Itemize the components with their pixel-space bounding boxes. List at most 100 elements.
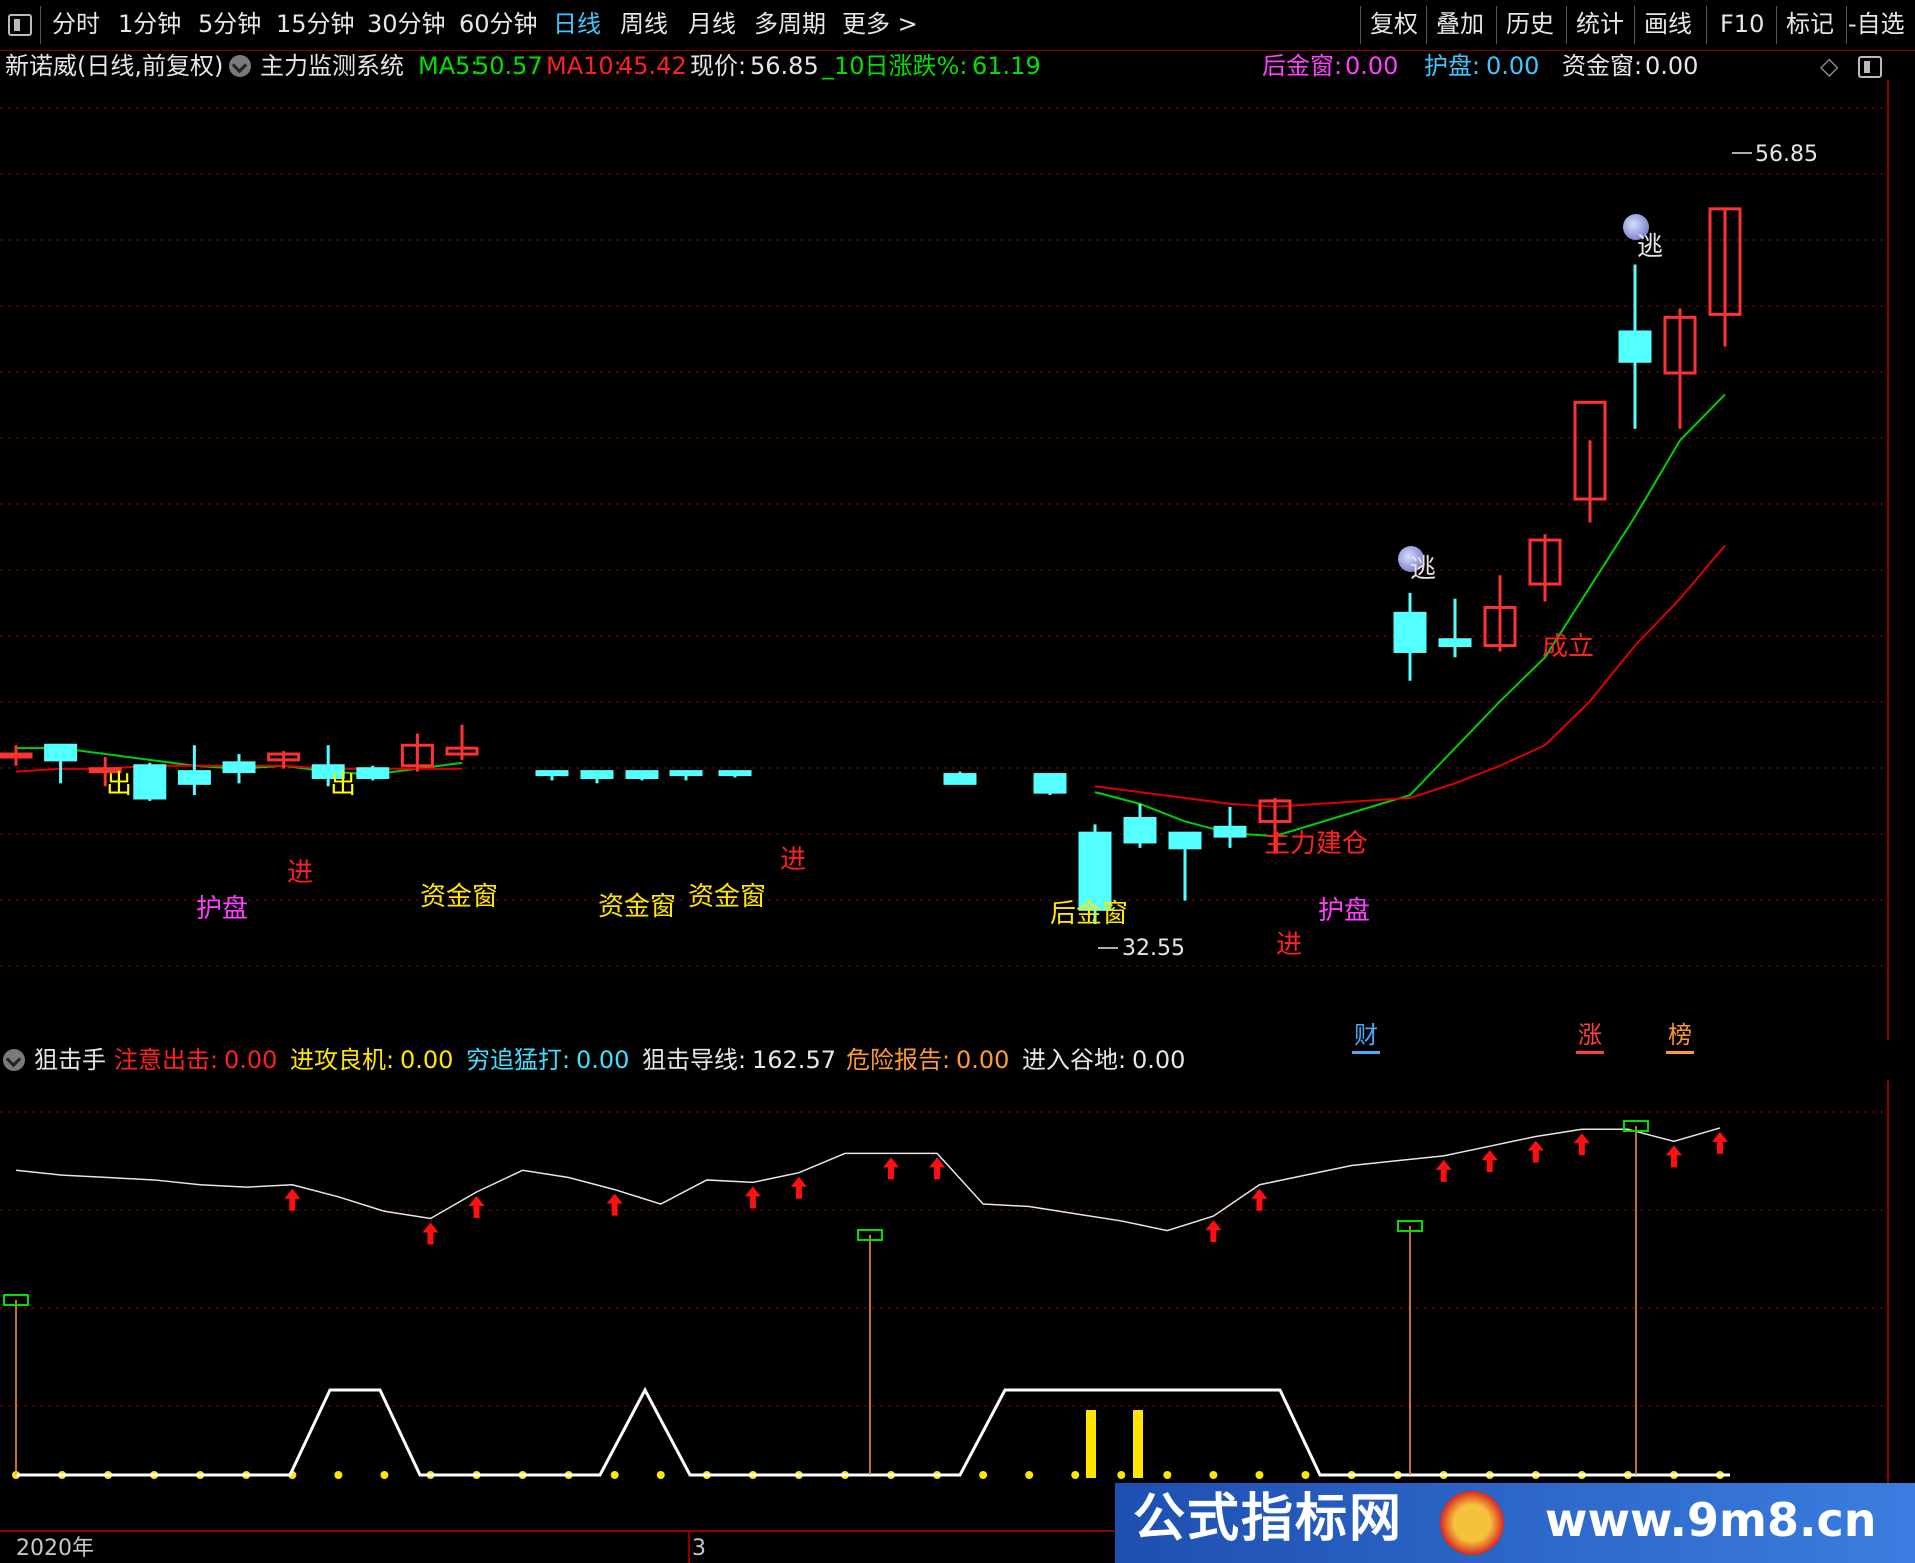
toolbar-divider <box>1634 6 1635 44</box>
baseline-dot <box>656 1471 665 1479</box>
stock-title: 新诺威(日线,前复权) <box>5 52 224 80</box>
baseline-dot <box>1163 1471 1172 1479</box>
period-daily[interactable]: 日线 <box>553 9 601 39</box>
attack-bar <box>1133 1410 1143 1478</box>
badge-list[interactable]: 榜 <box>1666 1014 1694 1054</box>
period-5min[interactable]: 5分钟 <box>198 9 261 39</box>
candle-body <box>1123 817 1157 844</box>
f2-value: 0.00 <box>400 1046 454 1074</box>
period-toolbar: 分时 1分钟 5分钟 15分钟 30分钟 60分钟 日线 周线 月线 多周期 更… <box>0 0 1915 51</box>
f5-value: 0.00 <box>956 1046 1010 1074</box>
sidebar-toggle-icon[interactable] <box>8 14 32 36</box>
period-monthly[interactable]: 月线 <box>688 9 736 39</box>
buy-arrow <box>744 1186 761 1209</box>
ma10-value: 45.42 <box>618 52 687 80</box>
candle-body <box>1393 611 1427 653</box>
chevron-down-icon[interactable] <box>3 1049 25 1071</box>
period-multi[interactable]: 多周期 <box>754 9 826 39</box>
chevron-down-icon[interactable] <box>229 55 251 77</box>
baseline-dot <box>1209 1471 1218 1479</box>
period-30min[interactable]: 30分钟 <box>367 9 446 39</box>
signal-zijinchuang: 资金窗 <box>688 882 767 912</box>
buy-arrow <box>1527 1140 1544 1163</box>
baseline-dot <box>1117 1471 1126 1479</box>
badge-finance[interactable]: 财 <box>1352 1014 1380 1054</box>
guide-line <box>15 1127 1721 1232</box>
f6-label: 进入谷地: <box>1022 1046 1127 1074</box>
period-15min[interactable]: 15分钟 <box>276 9 355 39</box>
zjc-value: 0.00 <box>1645 52 1699 80</box>
baseline-dot <box>1301 1471 1310 1479</box>
baseline-dot <box>1025 1471 1034 1479</box>
f3-label: 穷追猛打: <box>466 1046 571 1074</box>
time-axis-year: 2020年 <box>16 1536 94 1561</box>
toolbar-divider <box>1776 6 1777 44</box>
watermark-banner: 公式指标网 www.9m8.cn <box>1115 1483 1915 1563</box>
buy-arrow <box>468 1196 485 1218</box>
buy-arrow <box>1573 1133 1590 1156</box>
tool-stats[interactable]: 统计 <box>1576 9 1624 39</box>
signal-tao: 逃 <box>1410 554 1437 584</box>
period-fenshi[interactable]: 分时 <box>52 9 100 39</box>
f4-value: 162.57 <box>752 1046 836 1074</box>
toolbar-divider <box>1426 6 1427 44</box>
candle-body <box>44 743 78 762</box>
period-weekly[interactable]: 周线 <box>620 9 668 39</box>
period-1min[interactable]: 1分钟 <box>118 9 181 39</box>
f3-value: 0.00 <box>576 1046 630 1074</box>
candle-body <box>580 770 614 779</box>
diamond-icon[interactable]: ◇ <box>1820 54 1838 78</box>
window-toggle-icon[interactable] <box>1858 56 1882 78</box>
toolbar-divider <box>1496 6 1497 44</box>
tool-history[interactable]: 历史 <box>1506 9 1554 39</box>
buy-arrow <box>1205 1220 1222 1243</box>
candle-body <box>1033 773 1067 794</box>
change10-value: 61.19 <box>972 52 1041 80</box>
candle-body <box>718 770 752 777</box>
toolbar-divider <box>1706 6 1707 44</box>
badge-rise[interactable]: 涨 <box>1576 1014 1604 1054</box>
candle-body <box>1618 330 1652 363</box>
tool-fuquan[interactable]: 复权 <box>1370 9 1418 39</box>
tool-watchlist[interactable]: -自选 <box>1848 9 1905 39</box>
signal-zijinchuang: 资金窗 <box>420 882 499 912</box>
buy-arrow <box>929 1157 946 1180</box>
watermark-url: www.9m8.cn <box>1545 1493 1877 1547</box>
f1-label: 注意出击: <box>114 1046 219 1074</box>
zjc-label: 资金窗: <box>1562 52 1643 80</box>
signal-zijinchuang: 资金窗 <box>598 892 677 922</box>
period-60min[interactable]: 60分钟 <box>459 9 538 39</box>
signal-hupan: 护盘 <box>196 894 249 924</box>
ma5-value: 50.57 <box>474 52 543 80</box>
buy-arrow <box>1481 1150 1498 1173</box>
high-price-label: 56.85 <box>1755 142 1818 167</box>
watermark-text: 公式指标网 <box>1133 1489 1404 1549</box>
buy-arrow <box>284 1188 301 1211</box>
candle-body <box>0 752 33 759</box>
indicator-chart[interactable] <box>0 1080 1915 1540</box>
tool-mark[interactable]: 标记 <box>1786 9 1834 39</box>
buy-arrow <box>1251 1188 1268 1211</box>
candle-body <box>177 770 211 785</box>
ma5-label: MA5: <box>418 52 479 80</box>
tool-draw[interactable]: 画线 <box>1644 9 1692 39</box>
candle-body <box>1078 831 1112 911</box>
candle-body <box>356 767 390 779</box>
time-axis-tick <box>688 1532 690 1563</box>
attack-bar <box>1086 1410 1096 1478</box>
candle-body <box>1168 831 1202 850</box>
tool-overlay[interactable]: 叠加 <box>1436 9 1484 39</box>
signal-tao: 逃 <box>1637 232 1664 262</box>
candle-body <box>133 764 167 800</box>
tool-f10[interactable]: F10 <box>1720 9 1764 39</box>
price-label: 现价: <box>690 52 747 80</box>
change10-label: _10日涨跌%: <box>822 52 968 80</box>
candle-body <box>943 773 977 785</box>
baseline-dot <box>1255 1471 1264 1479</box>
signal-chengli: 成立 <box>1542 632 1595 662</box>
period-more[interactable]: 更多 > <box>842 9 918 39</box>
signal-hupan: 护盘 <box>1318 896 1371 926</box>
candle-body <box>1213 825 1247 838</box>
hp-label: 护盘: <box>1424 52 1481 80</box>
toolbar-divider <box>1566 6 1567 44</box>
